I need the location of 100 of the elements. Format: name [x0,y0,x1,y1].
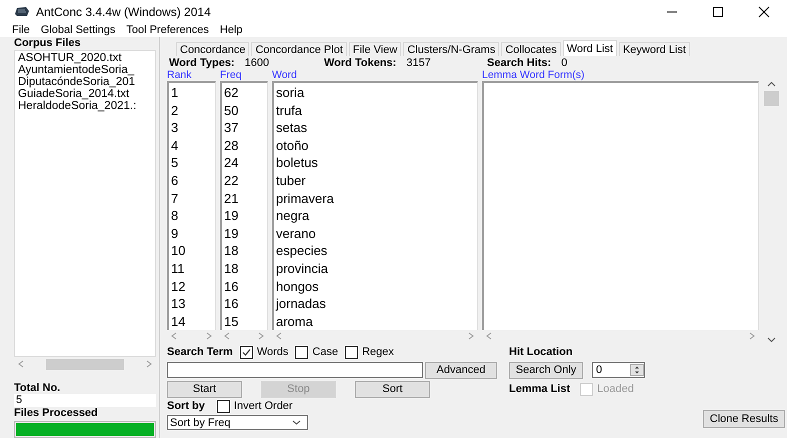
list-cell[interactable]: 28 [222,136,267,154]
hit-location-spinner[interactable]: 0 [592,362,645,378]
list-cell[interactable]: 21 [222,190,267,208]
action-button[interactable]: Sort [355,380,430,398]
search-term-label: Search Term [167,346,233,358]
list-cell[interactable]: otoño [274,136,477,154]
total-no-field: 5 [14,394,156,407]
list-cell[interactable]: 19 [222,207,267,225]
list-cell[interactable]: verano [274,224,477,242]
menu-item[interactable]: Global Settings [40,24,116,36]
tab[interactable]: File View [348,42,402,56]
list-cell[interactable]: 10 [169,242,215,260]
list-cell[interactable]: 16 [222,278,267,296]
checkbox[interactable] [240,346,253,358]
sort-dropdown[interactable]: Sort by Freq [167,415,308,430]
scroll-left-icon[interactable] [276,332,282,340]
list-cell[interactable]: 9 [169,224,215,242]
tab[interactable]: Clusters/N-Grams [403,42,500,56]
maximize-icon[interactable] [712,6,724,18]
sort-by-label: Sort by [167,400,205,412]
menu-item[interactable]: Help [220,24,243,36]
list-cell[interactable]: 15 [222,312,267,330]
scroll-right-icon[interactable] [206,332,212,340]
list-cell[interactable]: 6 [169,172,215,190]
list-cell[interactable]: 18 [222,242,267,260]
scroll-left-icon[interactable] [486,332,492,340]
checkbox[interactable] [295,346,308,358]
menu-item[interactable]: File [12,24,30,36]
list-cell[interactable]: 16 [222,295,267,313]
corpus-file-list[interactable]: ASOHTUR_2020.txt AyuntamientodeSoria_ DiputacóndeSoria_201 GuiadeSoria_2014.txt HeraldodeSoria_2021.: [14,50,156,357]
file-name[interactable]: AyuntamientodeSoria_ [18,64,152,76]
list-cell[interactable]: boletus [274,154,477,172]
checkbox[interactable] [345,346,358,358]
scroll-right-icon[interactable] [146,360,152,368]
checkbox-label: Words [256,346,288,358]
list-cell[interactable]: 11 [169,260,215,278]
file-name[interactable]: ASOHTUR_2020.txt [18,52,152,64]
list-cell[interactable]: 2 [169,102,215,120]
list-cell[interactable]: 3 [169,119,215,137]
list-cell[interactable]: 7 [169,190,215,208]
list-cell[interactable]: 62 [222,84,267,102]
scroll-up-icon[interactable] [767,81,776,87]
list-cell[interactable]: trufa [274,102,477,120]
spinner-arrows-icon[interactable] [630,364,644,376]
list-cell[interactable]: 18 [222,260,267,278]
tab[interactable]: Concordance Plot [251,42,347,56]
scrollbar-thumb[interactable] [764,91,779,106]
stat-label: Word Tokens: [324,56,396,68]
list-cell[interactable]: 8 [169,207,215,225]
list-cell[interactable]: hongos [274,278,477,296]
column-header[interactable]: Lemma Word Form(s) [482,69,759,81]
advanced-button[interactable]: Advanced [425,362,497,378]
scroll-right-icon[interactable] [468,332,474,340]
list-cell[interactable]: 14 [169,312,215,330]
tab[interactable]: Keyword List [618,42,690,56]
app-icon [14,6,30,18]
menu-item[interactable]: Tool Preferences [126,24,209,36]
close-icon[interactable] [758,6,770,18]
list-cell[interactable]: 1 [169,84,215,102]
list-cell[interactable]: jornadas [274,295,477,313]
list-cell[interactable]: 12 [169,278,215,296]
file-name[interactable]: DiputacóndeSoria_201 [18,76,152,88]
list-cell[interactable]: soria [274,84,477,102]
scroll-left-icon[interactable] [224,332,230,340]
list-cell[interactable]: setas [274,119,477,137]
list-cell[interactable]: provincia [274,260,477,278]
files-processed-label: Files Processed [14,407,99,419]
checkbox-label: Regex [362,346,394,358]
scroll-right-icon[interactable] [258,332,264,340]
tab[interactable]: Collocates [501,42,561,56]
list-cell[interactable]: primavera [274,190,477,208]
list-cell[interactable]: 24 [222,154,267,172]
scrollbar-thumb[interactable] [46,358,124,370]
list-cell[interactable]: 4 [169,136,215,154]
scroll-right-icon[interactable] [749,332,755,340]
list-cell[interactable]: 37 [222,119,267,137]
list-cell[interactable]: negra [274,207,477,225]
file-name[interactable]: HeraldodeSoria_2021.: [18,100,152,112]
list-cell[interactable]: aroma [274,312,477,330]
tab[interactable]: Concordance [176,42,250,56]
scroll-left-icon[interactable] [171,332,177,340]
search-only-button[interactable]: Search Only [509,362,583,378]
action-button[interactable]: Start [167,380,242,398]
list-cell[interactable]: 19 [222,224,267,242]
list-cell[interactable]: 5 [169,154,215,172]
list-cell[interactable]: tuber [274,172,477,190]
search-field[interactable] [167,362,423,378]
column-header[interactable]: Rank [167,69,216,81]
scroll-left-icon[interactable] [18,360,24,368]
list-cell[interactable]: 22 [222,172,267,190]
list-cell[interactable]: especies [274,242,477,260]
list-cell[interactable]: 50 [222,102,267,120]
checkbox[interactable] [216,400,230,412]
list-cell[interactable]: 13 [169,295,215,313]
scroll-down-icon[interactable] [767,337,776,343]
column-header[interactable]: Word [272,69,478,81]
tab[interactable]: Word List [562,40,617,56]
clone-results-button[interactable]: Clone Results [703,410,785,428]
file-name[interactable]: GuiadeSoria_2014.txt [18,88,152,100]
column-header[interactable]: Freq [220,69,268,81]
